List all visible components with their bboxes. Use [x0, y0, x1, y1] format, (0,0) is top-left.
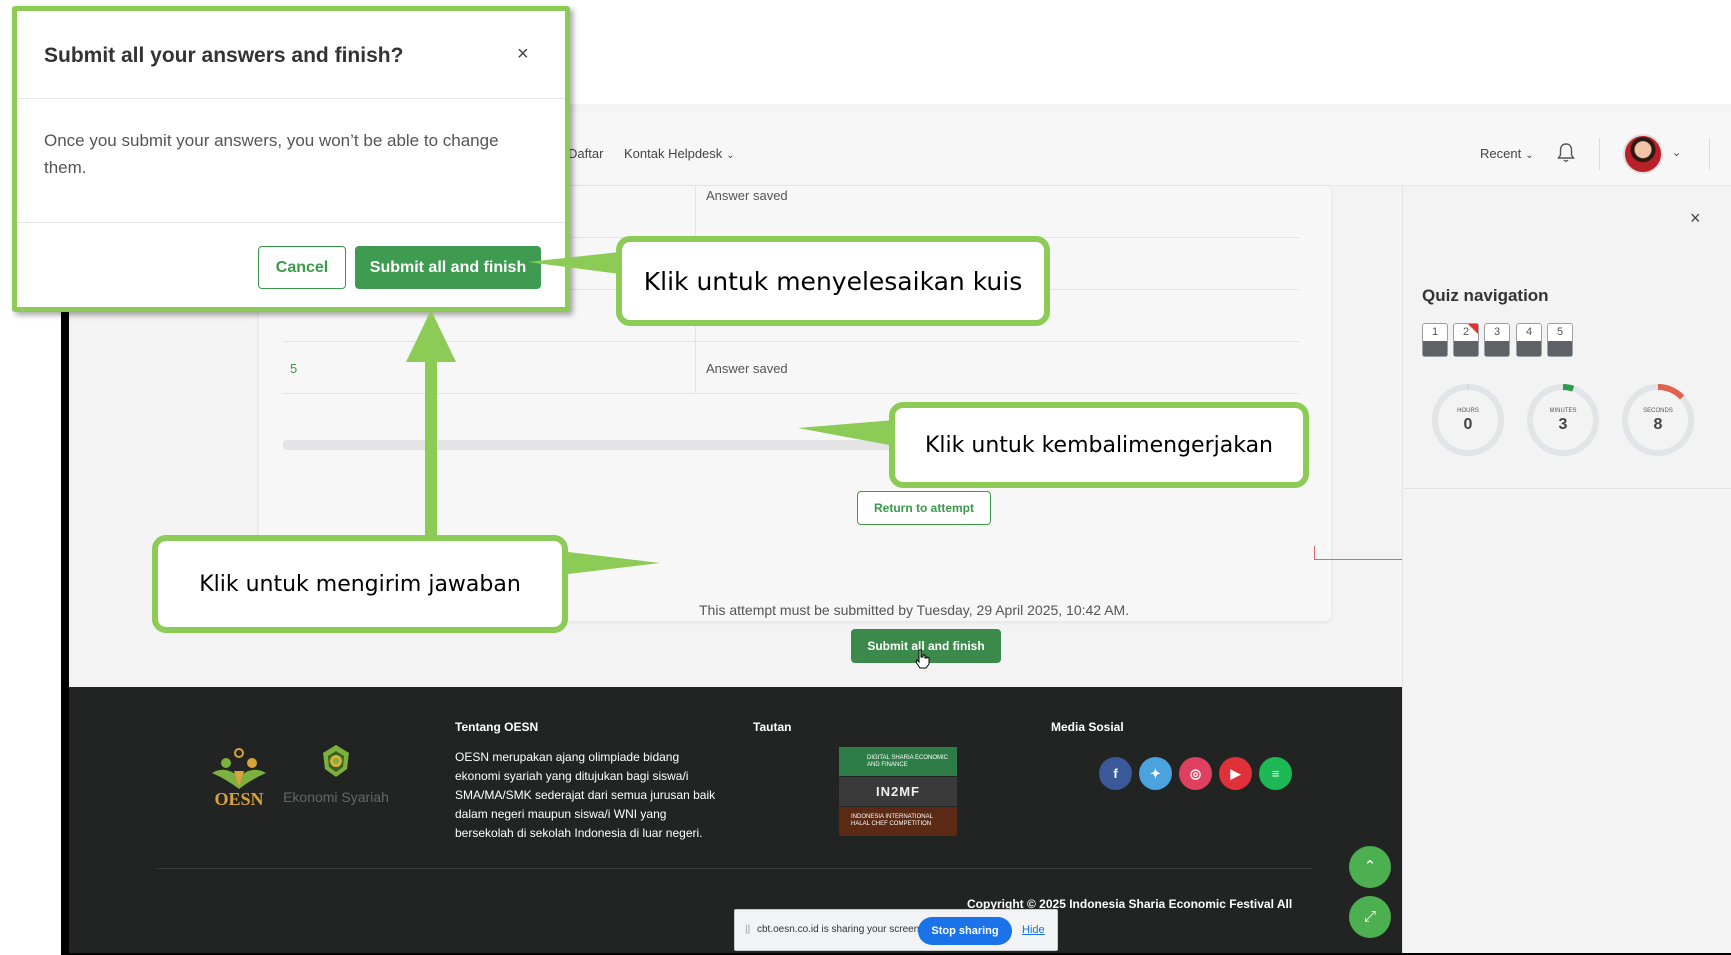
nav-link-label: Daftar — [568, 146, 604, 161]
drag-handle-icon[interactable]: || — [745, 924, 750, 935]
question-nav-state — [1517, 341, 1541, 356]
question-nav-number: 5 — [1556, 326, 1564, 338]
scroll-to-top-button[interactable]: ⌃ — [1349, 846, 1391, 888]
timer-minutes: MINUTES 3 — [1525, 382, 1601, 458]
question-status: Answer saved — [706, 188, 788, 203]
cancel-button[interactable]: Cancel — [258, 246, 346, 289]
screen-share-bar: || cbt.oesn.co.id is sharing your screen… — [734, 909, 1058, 951]
youtube-icon[interactable]: ▶ — [1219, 757, 1252, 790]
oesn-logo-text: OESN — [214, 789, 263, 809]
sponsor-link[interactable]: INDONESIA INTERNATIONAL HALAL CHEF COMPE… — [839, 807, 957, 836]
timer-label: MINUTES — [1549, 408, 1577, 414]
confirm-submit-modal: Submit all your answers and finish? × On… — [12, 6, 570, 312]
timer-value: 0 — [1463, 416, 1473, 433]
instagram-icon[interactable]: ◎ — [1179, 757, 1212, 790]
callout-finish: Klik untuk menyelesaikan kuis — [616, 236, 1050, 326]
fullscreen-button[interactable]: ⤢ — [1349, 896, 1391, 938]
drawer-title: Quiz navigation — [1422, 286, 1549, 305]
question-nav-number: 4 — [1525, 326, 1533, 338]
hand-cursor-icon — [915, 649, 930, 669]
question-number-link[interactable]: 5 — [290, 361, 297, 376]
share-status-text: cbt.oesn.co.id is sharing your screen. — [757, 924, 923, 935]
modal-divider — [17, 98, 565, 99]
chevron-down-icon: ⌄ — [726, 150, 735, 161]
navbar-divider — [1709, 138, 1710, 170]
callout-send: Klik untuk mengirim jawaban — [152, 535, 568, 633]
timer-label: SECONDS — [1643, 408, 1673, 414]
chevron-down-icon: ⌄ — [1525, 150, 1534, 161]
sponsor-label: IN2MF — [876, 784, 920, 799]
question-nav-button[interactable]: 2 — [1453, 323, 1479, 357]
deadline-text: This attempt must be submitted by Tuesda… — [699, 602, 1130, 618]
spotify-icon[interactable]: ≡ — [1259, 757, 1292, 790]
nav-link-label: Kontak Helpdesk — [624, 146, 723, 161]
close-icon[interactable]: × — [1690, 208, 1701, 229]
footer-about-text: OESN merupakan ajang olimpiade bidang ek… — [455, 750, 716, 840]
question-nav-button[interactable]: 3 — [1484, 323, 1510, 357]
footer-divider — [157, 868, 1312, 869]
question-nav-button[interactable]: 4 — [1516, 323, 1542, 357]
submit-all-and-finish-button[interactable]: Submit all and finish — [355, 246, 541, 289]
recent-label: Recent — [1480, 146, 1522, 161]
timer-hours: HOURS 0 — [1430, 382, 1506, 458]
timer-value: 3 — [1558, 416, 1568, 433]
ekonomi-syariah-logo: Ekonomi Syariah — [281, 743, 391, 813]
return-to-attempt-button[interactable]: Return to attempt — [857, 491, 991, 525]
question-nav-button[interactable]: 5 — [1547, 323, 1573, 357]
callout-return: Klik untuk kembalimengerjakan — [889, 402, 1309, 488]
footer-heading: Tentang OESN — [455, 720, 539, 734]
question-status: Answer saved — [706, 361, 788, 376]
nav-link-daftar[interactable]: Daftar — [568, 146, 603, 161]
question-nav-number: 3 — [1493, 326, 1501, 338]
sponsor-label: INDONESIA INTERNATIONAL HALAL CHEF COMPE… — [851, 814, 933, 827]
chevron-down-icon[interactable]: ⌄ — [1672, 146, 1681, 159]
navbar-divider — [1599, 138, 1600, 170]
tutorial-screenshot: Daftar Kontak Helpdesk ⌄ Recent ⌄ ⌄ Answer… — [0, 0, 1731, 955]
ekonomi-syariah-text: Ekonomi Syariah — [283, 789, 389, 805]
column-divider — [695, 186, 696, 238]
timer-label: HOURS — [1457, 408, 1479, 414]
modal-divider — [17, 222, 565, 223]
avatar[interactable] — [1623, 134, 1663, 174]
ekonomi-syariah-emblem — [323, 745, 349, 777]
nav-link-kontak-helpdesk[interactable]: Kontak Helpdesk ⌄ — [624, 146, 735, 161]
table-row: 5 Answer saved — [283, 342, 1299, 394]
sponsor-label: DIGITAL SHARIA ECONOMIC AND FINANCE — [867, 755, 949, 768]
stop-sharing-button[interactable]: Stop sharing — [918, 917, 1012, 945]
column-divider — [695, 342, 696, 394]
question-nav-state — [1548, 341, 1572, 356]
twitter-icon[interactable]: ✦ — [1139, 757, 1172, 790]
recent-dropdown[interactable]: Recent ⌄ — [1480, 146, 1534, 161]
oesn-logo: OESN — [212, 748, 266, 809]
modal-title: Submit all your answers and finish? — [44, 44, 404, 67]
sponsor-link[interactable]: IN2MF — [839, 777, 957, 806]
timer-value: 8 — [1653, 416, 1663, 433]
question-nav-button[interactable]: 1 — [1422, 323, 1448, 357]
close-icon[interactable]: × — [517, 43, 529, 66]
timer-seconds: SECONDS 8 — [1620, 382, 1696, 458]
question-nav-state — [1485, 341, 1509, 356]
footer-heading: Tautan — [753, 720, 792, 734]
question-nav-state — [1423, 341, 1447, 356]
hide-link[interactable]: Hide — [1022, 924, 1045, 936]
modal-body: Once you submit your answers, you won’t … — [44, 131, 499, 177]
drawer-divider — [1403, 488, 1731, 489]
quiz-navigation-drawer: × Quiz navigation 1 2 3 4 5 HOURS 0 MINU… — [1402, 186, 1731, 953]
sponsor-link[interactable]: DIGITAL SHARIA ECONOMIC AND FINANCE — [839, 747, 957, 776]
facebook-icon[interactable]: f — [1099, 757, 1132, 790]
footer-heading: Media Sosial — [1051, 720, 1124, 734]
question-nav-state — [1454, 341, 1478, 356]
question-nav-number: 1 — [1431, 326, 1439, 338]
bell-icon[interactable] — [1556, 142, 1576, 164]
flag-icon — [1468, 324, 1478, 334]
